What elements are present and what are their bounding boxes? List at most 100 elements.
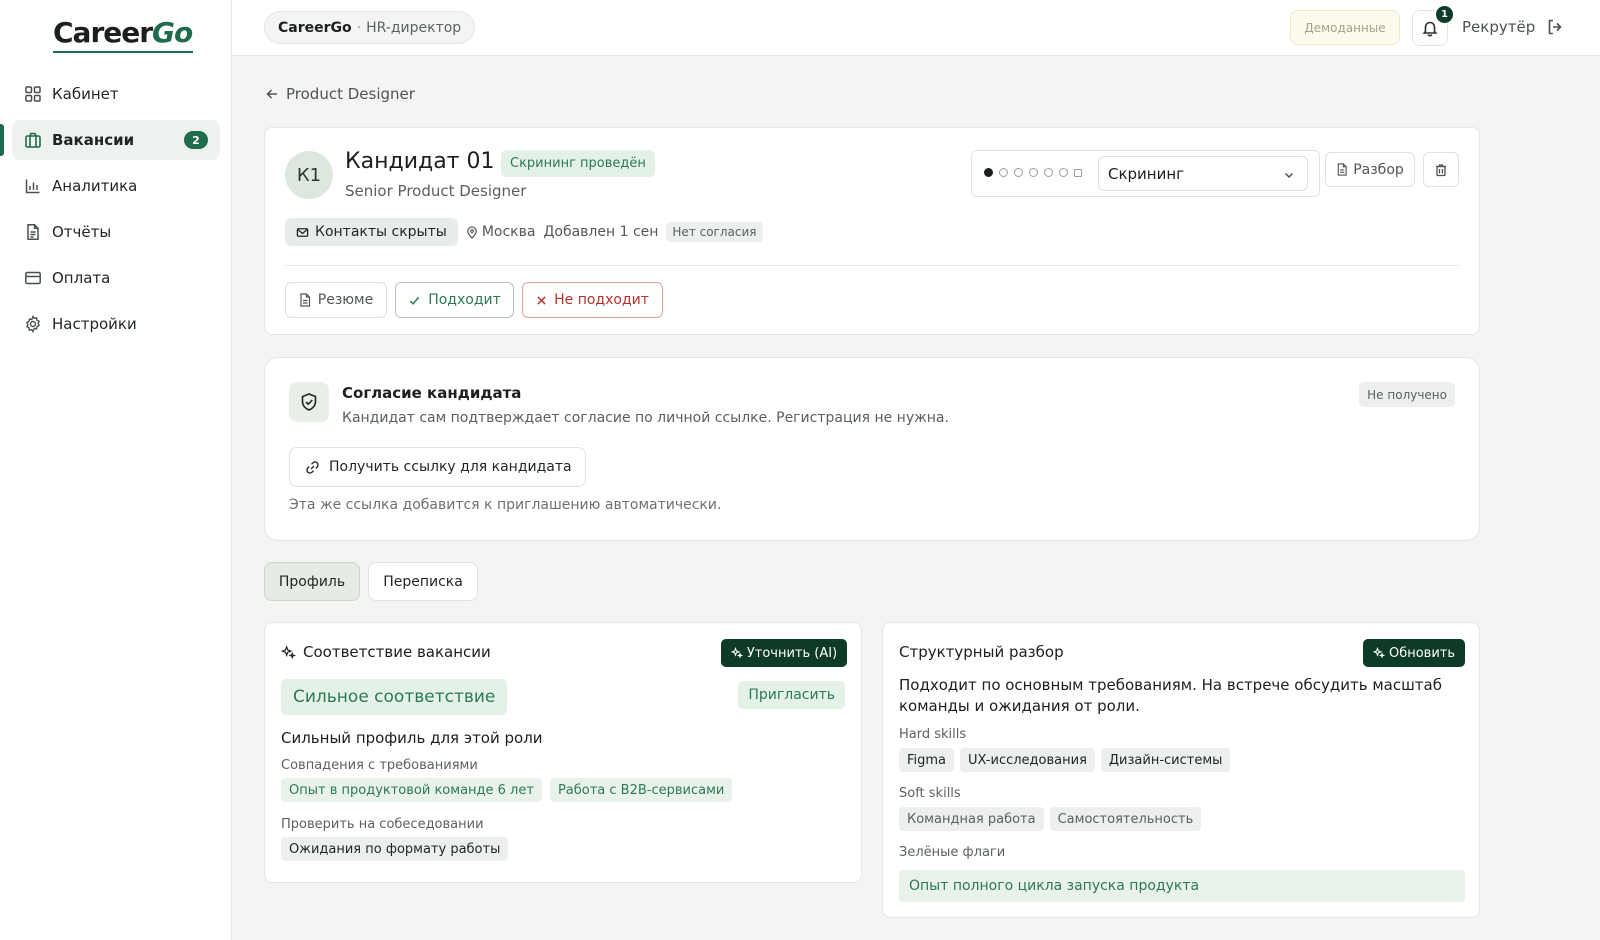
contacts-hidden-chip[interactable]: Контакты скрыты: [285, 218, 458, 246]
credit-card-icon: [24, 269, 42, 287]
consent-note: Эта же ссылка добавится к приглашению ав…: [289, 497, 722, 513]
refine-ai-button[interactable]: Уточнить (AI): [721, 639, 847, 667]
structure-title-text: Структурный разбор: [899, 643, 1064, 661]
stage-progress-dots: [984, 168, 1082, 177]
logo-underline: [53, 51, 193, 53]
logo-text: CareerGo: [53, 16, 193, 50]
hard-skills-label: Hard skills: [899, 727, 967, 742]
match-tag: Опыт в продуктовой команде 6 лет: [281, 778, 542, 802]
structure-title: Структурный разбор: [899, 643, 1064, 661]
candidate-card: К1 Кандидат 01 Скрининг проведён Senior …: [264, 127, 1480, 335]
consent-title: Согласие кандидата: [342, 384, 522, 402]
document-icon: [24, 223, 42, 241]
briefcase-icon: [24, 131, 42, 149]
stage-dot[interactable]: [1014, 168, 1023, 177]
delete-button[interactable]: [1423, 152, 1459, 187]
user-name[interactable]: Рекрутёр: [1462, 18, 1535, 36]
demo-data-button[interactable]: Демоданные: [1290, 10, 1400, 45]
sidebar-item-label: Настройки: [52, 315, 137, 333]
candidate-role: Senior Product Designer: [345, 182, 527, 200]
analysis-button[interactable]: Разбор: [1325, 152, 1415, 187]
gear-icon: [24, 315, 42, 333]
tab-correspondence[interactable]: Переписка: [368, 562, 478, 601]
green-flag-item: Опыт полного цикла запуска продукта: [899, 870, 1465, 902]
vacancy-match-card: Соответствие вакансии Уточнить (AI) Силь…: [264, 622, 862, 883]
check-label: Проверить на собеседовании: [281, 817, 484, 832]
match-headline: Сильный профиль для этой роли: [281, 729, 543, 747]
chevron-down-icon: [1283, 169, 1295, 181]
stage-dot[interactable]: [984, 168, 993, 177]
sidebar-item-settings[interactable]: Настройки: [12, 304, 220, 344]
not-fit-button[interactable]: Не подходит: [522, 282, 663, 318]
match-title: Соответствие вакансии: [281, 643, 491, 661]
sidebar-item-reports[interactable]: Отчёты: [12, 212, 220, 252]
get-link-button-label: Получить ссылку для кандидата: [329, 459, 572, 475]
consent-card: Согласие кандидата Кандидат сам подтверж…: [264, 357, 1480, 541]
sidebar-item-label: Отчёты: [52, 223, 112, 241]
shield-icon: [289, 382, 329, 422]
sidebar: CareerGo Кабинет Вакансии 2 Аналитика От…: [0, 0, 232, 940]
candidate-name: Кандидат 01: [345, 149, 495, 174]
fit-button[interactable]: Подходит: [395, 282, 514, 318]
notifications-badge: 1: [1436, 6, 1453, 23]
resume-button[interactable]: Резюме: [285, 282, 387, 318]
sidebar-item-cabinet[interactable]: Кабинет: [12, 74, 220, 114]
stage-dot[interactable]: [1029, 168, 1038, 177]
logout-icon[interactable]: [1546, 18, 1564, 36]
stage-dot[interactable]: [1074, 168, 1082, 177]
skill-tag: Командная работа: [899, 807, 1044, 831]
match-tag: Работа с B2B-сервисами: [549, 778, 733, 802]
matches-label: Совпадения с требованиями: [281, 758, 478, 773]
back-link-label: Product Designer: [286, 85, 415, 103]
check-tags: Ожидания по формату работы: [281, 837, 509, 861]
logo-main: Career: [53, 16, 153, 49]
check-tag: Ожидания по формату работы: [281, 837, 509, 861]
user-role: HR-директор: [366, 19, 462, 36]
structure-summary: Подходит по основным требованиям. На вст…: [899, 676, 1442, 715]
invite-button[interactable]: Пригласить: [738, 681, 845, 709]
fit-button-label: Подходит: [428, 292, 501, 308]
skill-tag: Дизайн-системы: [1100, 748, 1231, 772]
not-fit-button-label: Не подходит: [554, 292, 649, 308]
sidebar-item-label: Кабинет: [52, 85, 119, 103]
candidate-meta: Контакты скрыты Москва Добавлен 1 сен Не…: [285, 218, 763, 246]
tab-profile[interactable]: Профиль: [264, 562, 360, 601]
location-pin-icon: [466, 225, 478, 239]
sidebar-item-billing[interactable]: Оплата: [12, 258, 220, 298]
refresh-button[interactable]: Обновить: [1363, 639, 1465, 667]
sidebar-item-vacancies[interactable]: Вакансии 2: [0, 120, 220, 160]
green-flags-label: Зелёные флаги: [899, 845, 1006, 860]
analysis-button-label: Разбор: [1353, 161, 1404, 178]
stage-select-value: Скрининг: [1108, 164, 1185, 183]
company-role-pill[interactable]: CareerGo · HR-директор: [264, 11, 476, 44]
logo[interactable]: CareerGo: [53, 16, 193, 53]
consent-status-badge: Нет согласия: [666, 222, 763, 242]
refresh-label: Обновить: [1388, 645, 1456, 661]
added-date: Добавлен 1 сен: [543, 224, 659, 240]
refine-ai-label: Уточнить (AI): [746, 645, 838, 661]
sidebar-item-analytics[interactable]: Аналитика: [12, 166, 220, 206]
contacts-label: Контакты скрыты: [315, 224, 447, 240]
back-link[interactable]: Product Designer: [265, 85, 415, 103]
hard-skills-tags: Figma UX-исследования Дизайн-системы: [899, 748, 1231, 772]
grid-icon: [24, 85, 42, 103]
sidebar-item-label: Вакансии: [52, 131, 135, 149]
logo-accent: Go: [152, 16, 193, 49]
stage-dot[interactable]: [1059, 168, 1068, 177]
sidebar-nav: Кабинет Вакансии 2 Аналитика Отчёты Опла…: [0, 74, 220, 350]
consent-status-badge: Не получено: [1359, 382, 1455, 407]
link-icon: [305, 460, 320, 475]
stage-dot[interactable]: [1044, 168, 1053, 177]
sidebar-item-label: Аналитика: [52, 177, 138, 195]
skill-tag: Самостоятельность: [1049, 807, 1202, 831]
notifications-button[interactable]: 1: [1412, 6, 1453, 46]
stage-select[interactable]: Скрининг: [1098, 156, 1308, 191]
top-header: CareerGo · HR-директор Демоданные 1 Рекр…: [232, 0, 1600, 56]
get-link-button[interactable]: Получить ссылку для кандидата: [289, 447, 586, 487]
sidebar-item-label: Оплата: [52, 269, 111, 287]
match-verdict-badge: Сильное соответствие: [281, 679, 508, 715]
location: Москва: [466, 224, 535, 240]
divider: [285, 265, 1459, 266]
stage-dot[interactable]: [999, 168, 1008, 177]
crumb-separator: ·: [356, 19, 362, 36]
